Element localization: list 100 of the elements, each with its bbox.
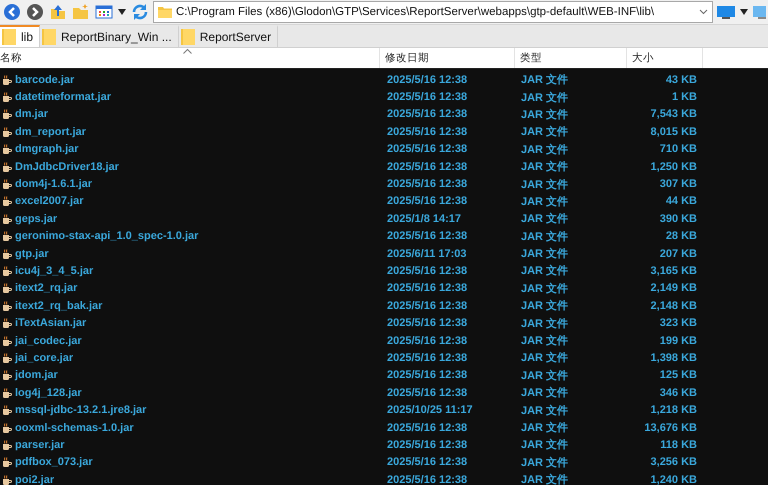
file-size: 207 KB: [658, 248, 698, 260]
file-type: JAR 文件: [520, 246, 570, 262]
file-size: 390 KB: [658, 212, 698, 225]
file-type: JAR 文件: [520, 456, 570, 470]
file-name[interactable]: icu4j_3_4_5.jar: [15, 264, 94, 277]
file-name[interactable]: poi2.jar: [15, 474, 54, 485]
modified-date: 2025/5/16 12:38: [386, 108, 468, 120]
file-name[interactable]: itext2_rq.jar: [15, 282, 78, 294]
file-name[interactable]: gtp.jar: [15, 248, 49, 260]
column-header[interactable]: 修改日期: [380, 48, 515, 68]
folder-tab[interactable]: ReportServer: [178, 25, 278, 47]
file-name[interactable]: dm.jar: [15, 108, 48, 120]
file-size: 2,148 KB: [650, 300, 698, 312]
file-size: 346 KB: [658, 386, 698, 399]
coffee-cup-icon: [2, 370, 12, 380]
modified-date: 2025/5/16 12:38: [386, 300, 468, 312]
file-name[interactable]: parser.jar: [15, 438, 65, 451]
file-size: 307 KB: [658, 178, 698, 190]
modified-date: 2025/5/16 12:38: [386, 317, 468, 330]
coffee-cup-icon: [2, 231, 12, 242]
address-field[interactable]: C:\Program Files (x86)\Glodon\GTP\Services\ReportServer\webapps\gtp-default\WEB-INF\lib\: [153, 1, 713, 23]
modified-date: 2025/5/16 12:38: [386, 91, 468, 104]
file-name[interactable]: itext2_rq_bak.jar: [15, 300, 102, 312]
file-size: 118 KB: [659, 438, 698, 451]
file-type: JAR 文件: [520, 212, 570, 226]
back-button[interactable]: [2, 2, 22, 22]
file-type: JAR 文件: [520, 334, 570, 348]
column-header[interactable]: 名称: [0, 48, 380, 68]
file-type: JAR 文件: [520, 264, 570, 278]
file-size: 1,240 KB: [650, 474, 698, 485]
file-name[interactable]: datetimeformat.jar: [15, 91, 111, 104]
file-name[interactable]: mssql-jdbc-13.2.1.jre8.jar: [15, 404, 146, 416]
coffee-cup-icon: [2, 405, 12, 416]
coffee-cup-icon: [2, 352, 12, 363]
modified-date: 2025/10/25 11:17: [386, 404, 474, 416]
file-size: 1,218 KB: [650, 404, 698, 416]
modified-date: 2025/5/16 12:38: [386, 369, 468, 382]
modified-date: 2025/5/16 12:38: [386, 386, 468, 399]
column-header[interactable]: 大小: [627, 48, 703, 68]
modified-date: 2025/5/16 12:38: [386, 195, 468, 208]
forward-button[interactable]: [25, 2, 45, 22]
file-size: 1 KB: [670, 91, 698, 104]
file-name[interactable]: excel2007.jar: [15, 195, 84, 208]
coffee-cup-icon: [2, 109, 12, 120]
file-type: JAR 文件: [520, 386, 570, 400]
modified-date: 2025/5/16 12:38: [386, 282, 468, 294]
file-type: JAR 文件: [520, 124, 570, 140]
file-type: JAR 文件: [520, 472, 570, 485]
modified-date: 2025/1/8 14:17: [386, 212, 462, 225]
modified-date: 2025/5/16 12:38: [386, 178, 468, 190]
coffee-cup-icon: [2, 144, 12, 154]
file-name[interactable]: iTextAsian.jar: [15, 317, 86, 330]
file-size: 125 KB: [658, 369, 698, 382]
coffee-cup-icon: [2, 422, 12, 432]
coffee-cup-icon: [2, 74, 12, 85]
folder-icon: [158, 6, 172, 18]
coffee-cup-icon: [2, 283, 12, 294]
modified-date: 2025/5/16 12:38: [386, 352, 468, 364]
file-size: 323 KB: [658, 317, 698, 330]
caret-icon: [118, 9, 126, 15]
file-name[interactable]: geps.jar: [15, 212, 58, 225]
coffee-cup-icon: [2, 92, 12, 102]
file-type: JAR 文件: [520, 350, 570, 366]
folder-icon: [42, 29, 56, 45]
column-header[interactable]: 类型: [515, 48, 627, 68]
file-name[interactable]: pdfbox_073.jar: [15, 456, 93, 468]
modified-date: 2025/5/16 12:38: [386, 143, 468, 156]
file-type: JAR 文件: [520, 420, 570, 435]
file-size: 3,256 KB: [650, 456, 698, 468]
file-name[interactable]: jdom.jar: [15, 369, 58, 382]
file-size: 2,149 KB: [650, 282, 698, 294]
file-size: 1,250 KB: [650, 160, 698, 173]
folder-icon: [2, 29, 16, 45]
file-type: JAR 文件: [520, 316, 570, 331]
modified-date: 2025/5/16 12:38: [386, 264, 468, 277]
file-type: JAR 文件: [520, 404, 570, 418]
file-name[interactable]: dom4j-1.6.1.jar: [15, 178, 92, 190]
coffee-cup-icon: [2, 248, 12, 259]
file-type: JAR 文件: [520, 282, 570, 296]
file-size: 3,165 KB: [650, 264, 698, 277]
coffee-cup-icon: [2, 318, 12, 328]
file-name[interactable]: barcode.jar: [15, 74, 74, 86]
file-type: JAR 文件: [520, 230, 570, 244]
modified-date: 2025/5/16 12:38: [386, 230, 468, 242]
modified-date: 2025/5/16 12:38: [386, 74, 468, 86]
file-name[interactable]: geronimo-stax-api_1.0_spec-1.0.jar: [15, 230, 198, 242]
file-name[interactable]: DmJdbcDriver18.jar: [15, 160, 119, 173]
folder-icon: [180, 29, 195, 45]
file-type: JAR 文件: [520, 438, 570, 452]
file-name[interactable]: log4j_128.jar: [15, 386, 82, 399]
folder-tab[interactable]: ReportBinary_Win ...: [40, 25, 179, 47]
file-name[interactable]: dmgraph.jar: [15, 143, 79, 156]
file-name[interactable]: jai_codec.jar: [15, 334, 82, 347]
file-name[interactable]: jai_core.jar: [15, 352, 74, 364]
file-name[interactable]: ooxml-schemas-1.0.jar: [15, 422, 134, 434]
file-name[interactable]: dm_report.jar: [15, 126, 86, 138]
folder-tab[interactable]: lib: [0, 25, 40, 47]
modified-date: 2025/5/16 12:38: [386, 126, 468, 138]
modified-date: 2025/5/16 12:38: [386, 474, 468, 485]
file-size: 7,543 KB: [650, 108, 698, 120]
